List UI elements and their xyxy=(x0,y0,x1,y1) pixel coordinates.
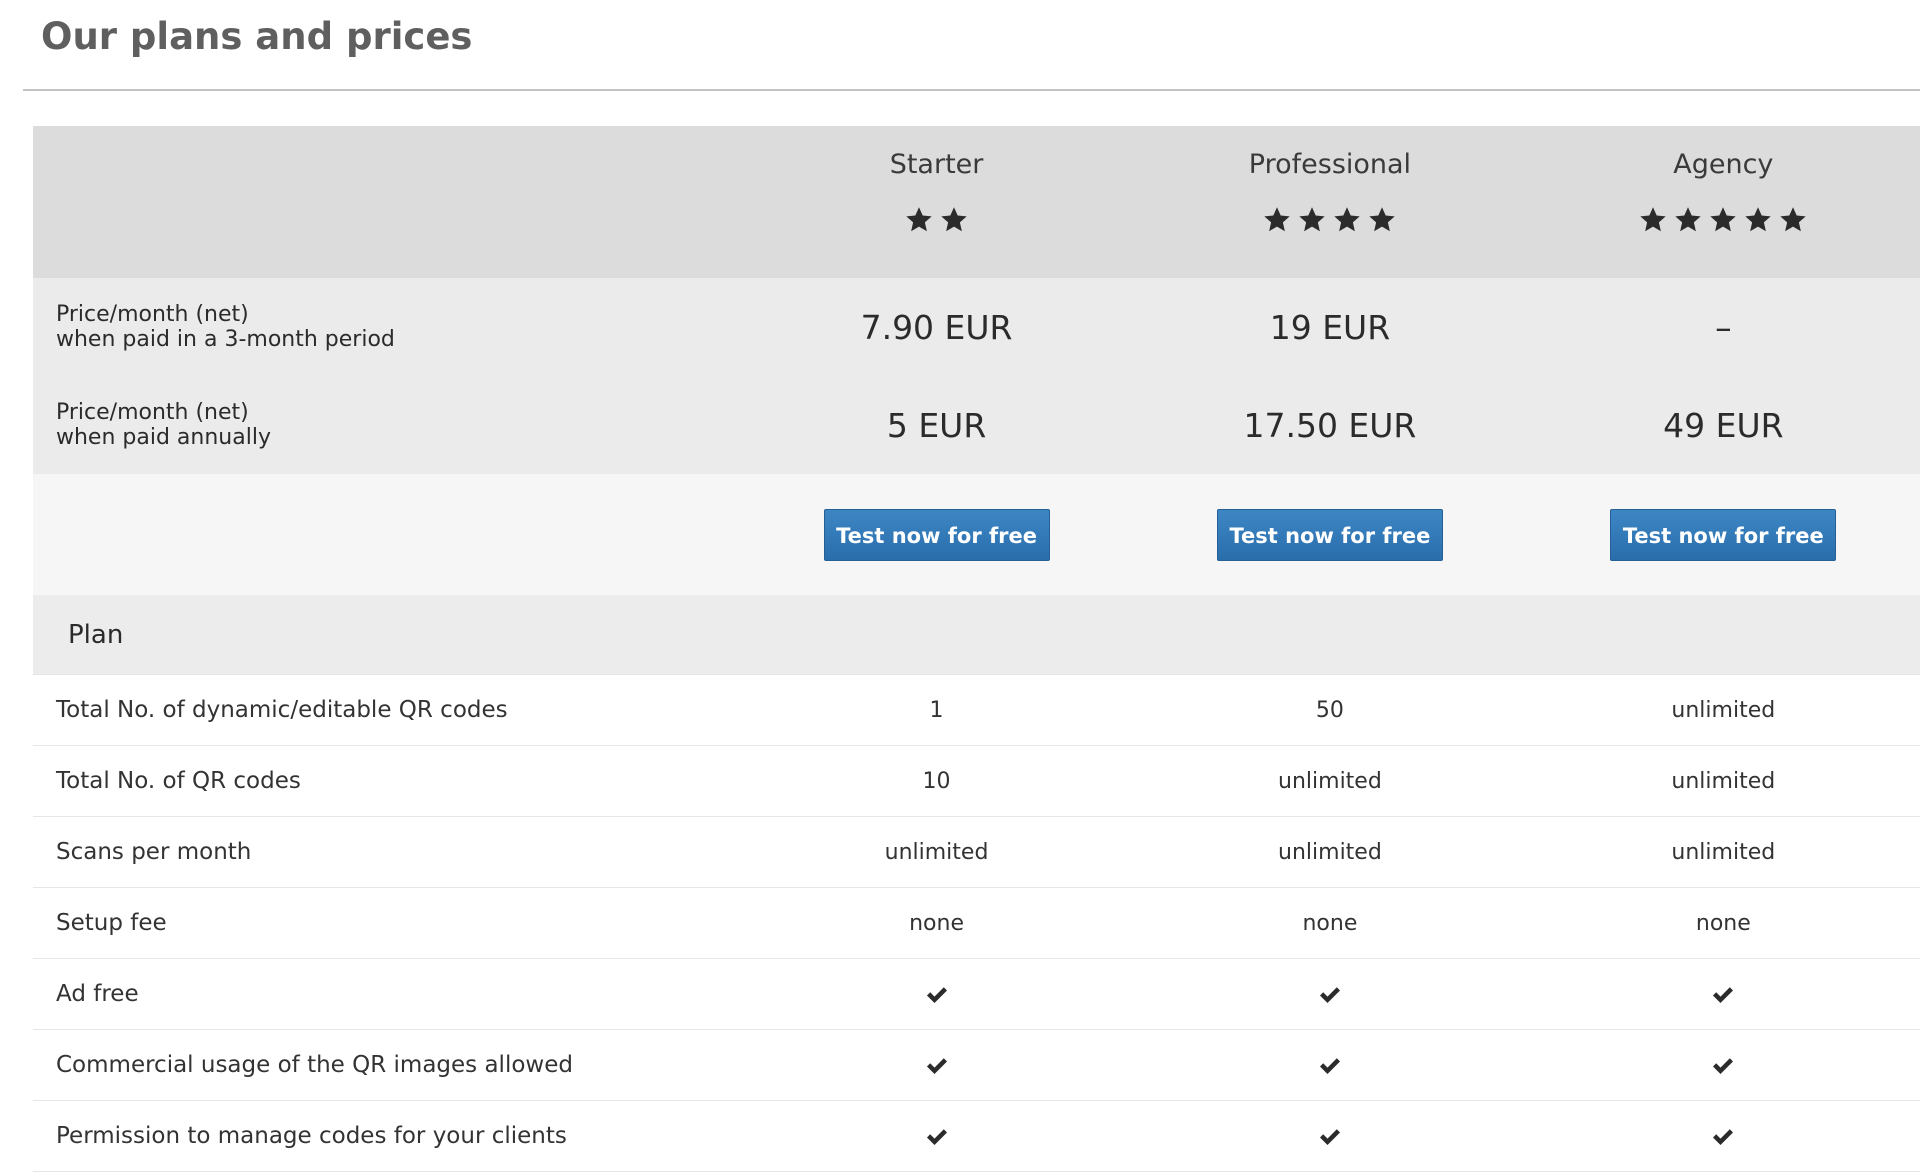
price-value: 19 EUR xyxy=(1269,307,1391,347)
star-icon xyxy=(1743,205,1773,235)
section-title: Plan xyxy=(68,619,124,650)
test-now-button-professional[interactable]: Test now for free xyxy=(1216,508,1443,561)
checkmark-icon xyxy=(925,985,949,1005)
feature-check-cell xyxy=(1133,1053,1526,1078)
feature-value: 1 xyxy=(929,697,944,723)
plan-name: Professional xyxy=(1248,149,1412,180)
title-divider xyxy=(23,89,1920,91)
plan-stars xyxy=(904,205,969,235)
price-label-line: Price/month (net) xyxy=(56,400,249,425)
feature-check-cell xyxy=(1133,1124,1526,1149)
checkmark-icon xyxy=(1318,1056,1342,1076)
feature-check-cell xyxy=(1527,982,1920,1007)
feature-check-cell xyxy=(1133,982,1526,1007)
star-icon xyxy=(1708,205,1738,235)
feature-check-cell xyxy=(740,982,1133,1007)
plan-column-agency: Agency xyxy=(1527,126,1920,235)
feature-value: none xyxy=(909,910,964,936)
table-row: Setup fee none none none xyxy=(33,888,1920,959)
star-icon xyxy=(1297,205,1327,235)
price-label-subline: when paid in a 3-month period xyxy=(56,327,395,352)
plan-header-row: Starter Professional Agency xyxy=(33,126,1920,278)
star-icon xyxy=(1638,205,1668,235)
checkmark-icon xyxy=(1711,1056,1735,1076)
feature-check-cell xyxy=(740,1124,1133,1149)
plan-name: Agency xyxy=(1673,149,1774,180)
price-value: 7.90 EUR xyxy=(860,307,1013,347)
checkmark-icon xyxy=(925,1056,949,1076)
price-block: Price/month (net) when paid in a 3-month… xyxy=(33,278,1920,474)
feature-label: Setup fee xyxy=(56,910,167,936)
plan-column-starter: Starter xyxy=(740,126,1133,235)
feature-label: Commercial usage of the QR images allowe… xyxy=(56,1052,573,1078)
cta-cell: Test now for free xyxy=(1133,508,1526,561)
feature-value: none xyxy=(1695,910,1751,936)
table-row: Permission to manage codes for your clie… xyxy=(33,1101,1920,1172)
star-icon xyxy=(904,205,934,235)
price-row-annual: Price/month (net) when paid annually 5 E… xyxy=(33,376,1920,474)
feature-check-cell xyxy=(1527,1053,1920,1078)
feature-value: 10 xyxy=(922,768,951,794)
feature-value: unlimited xyxy=(884,839,989,865)
feature-label: Permission to manage codes for your clie… xyxy=(56,1123,567,1149)
plan-stars xyxy=(1638,205,1808,235)
star-icon xyxy=(1673,205,1703,235)
price-value: 5 EUR xyxy=(886,405,987,445)
test-now-button-starter[interactable]: Test now for free xyxy=(823,508,1050,561)
feature-value: unlimited xyxy=(1671,697,1776,723)
cta-cell: Test now for free xyxy=(1527,508,1920,561)
price-row-label: Price/month (net) when paid annually xyxy=(33,400,740,450)
star-icon xyxy=(1332,205,1362,235)
feature-value: unlimited xyxy=(1671,839,1776,865)
star-icon xyxy=(1778,205,1808,235)
feature-value: unlimited xyxy=(1278,839,1382,865)
feature-check-cell xyxy=(1527,1124,1920,1149)
feature-value: unlimited xyxy=(1671,768,1776,794)
pricing-table: Starter Professional Agency Price/month … xyxy=(33,126,1920,1172)
feature-value: none xyxy=(1302,910,1358,936)
feature-value: 50 xyxy=(1315,697,1344,723)
feature-label: Scans per month xyxy=(56,839,252,865)
table-row: Ad free xyxy=(33,959,1920,1030)
star-icon xyxy=(1262,205,1292,235)
feature-label: Total No. of QR codes xyxy=(56,768,301,794)
feature-label: Ad free xyxy=(56,981,139,1007)
feature-list: Total No. of dynamic/editable QR codes 1 5… xyxy=(33,674,1920,1172)
table-row: Total No. of dynamic/editable QR codes 1 5… xyxy=(33,674,1920,746)
price-row-label: Price/month (net) when paid in a 3-month… xyxy=(33,302,740,352)
checkmark-icon xyxy=(925,1127,949,1147)
table-row: Commercial usage of the QR images allowe… xyxy=(33,1030,1920,1101)
checkmark-icon xyxy=(1318,985,1342,1005)
test-now-button-agency[interactable]: Test now for free xyxy=(1610,508,1837,561)
plan-name: Starter xyxy=(889,149,984,180)
feature-check-cell xyxy=(740,1053,1133,1078)
feature-value: unlimited xyxy=(1278,768,1382,794)
cta-cell: Test now for free xyxy=(740,508,1133,561)
section-header-plan: Plan xyxy=(33,595,1920,674)
feature-label: Total No. of dynamic/editable QR codes xyxy=(56,697,508,723)
checkmark-icon xyxy=(1711,985,1735,1005)
price-label-subline: when paid annually xyxy=(56,425,271,450)
price-value: – xyxy=(1715,307,1732,347)
price-value: 49 EUR xyxy=(1663,405,1784,445)
cta-row: Test now for free Test now for free Test… xyxy=(33,474,1920,595)
checkmark-icon xyxy=(1318,1127,1342,1147)
price-label-line: Price/month (net) xyxy=(56,302,249,327)
checkmark-icon xyxy=(1711,1127,1735,1147)
price-value: 17.50 EUR xyxy=(1243,405,1417,445)
star-icon xyxy=(939,205,969,235)
table-row: Total No. of QR codes 10 unlimited unlimite… xyxy=(33,746,1920,817)
page-title: Our plans and prices xyxy=(41,15,473,58)
star-icon xyxy=(1367,205,1397,235)
price-row-quarterly: Price/month (net) when paid in a 3-month… xyxy=(33,278,1920,376)
plan-column-professional: Professional xyxy=(1133,126,1526,235)
plan-stars xyxy=(1262,205,1397,235)
table-row: Scans per month unlimited unlimited unlimit… xyxy=(33,817,1920,888)
